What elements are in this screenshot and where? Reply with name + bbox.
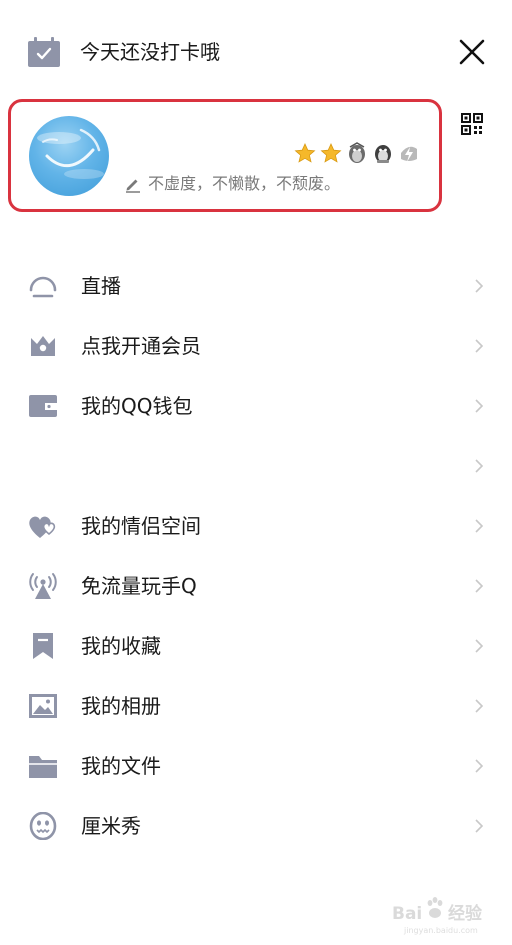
chevron-right-icon — [475, 759, 484, 773]
flash-badge-icon — [401, 146, 417, 162]
menu-item-label: 我的文件 — [81, 754, 161, 778]
live-icon — [29, 276, 57, 298]
chevron-right-icon — [475, 819, 484, 833]
signature[interactable]: 不虚度，不懒散，不颓废。 — [124, 172, 340, 196]
chevron-right-icon — [475, 279, 484, 293]
svg-text:Bai: Bai — [392, 904, 422, 924]
penguin-badge-icon — [349, 142, 365, 163]
wallet-icon — [29, 395, 57, 417]
face-icon — [29, 812, 57, 840]
menu-item-label: 我的相册 — [81, 694, 161, 718]
avatar-image — [37, 128, 104, 179]
avatar[interactable] — [29, 116, 109, 196]
menu-item-album[interactable]: 我的相册 — [0, 680, 512, 732]
menu-item-label: 免流量玩手Q — [81, 574, 197, 598]
photo-icon — [29, 694, 57, 718]
qr-code-icon[interactable] — [461, 113, 483, 135]
chevron-right-icon — [475, 399, 484, 413]
pencil-icon — [126, 179, 140, 193]
signature-text: 不虚度，不懒散，不颓废。 — [148, 174, 341, 193]
menu-item-label: 厘米秀 — [81, 814, 141, 838]
menu-item-label: 直播 — [81, 274, 121, 298]
menu-item-label: 我的收藏 — [81, 634, 161, 658]
menu-item-cmshow[interactable]: 厘米秀 — [0, 800, 512, 852]
watermark-logo: Bai 经验 jingyan.baidu.com — [392, 897, 483, 935]
menu-item-free-data[interactable]: 免流量玩手Q — [0, 560, 512, 612]
crown-star-icon — [294, 143, 316, 163]
checkin-text[interactable]: 今天还没打卡哦 — [80, 38, 220, 66]
bookmark-icon — [33, 633, 53, 659]
menu-item-wallet[interactable]: 我的QQ钱包 — [0, 380, 512, 432]
chevron-right-icon — [475, 639, 484, 653]
vip-crown-icon — [31, 336, 55, 356]
penguin-badge-icon — [375, 145, 391, 163]
close-icon[interactable] — [456, 36, 488, 68]
signal-tower-icon — [29, 573, 57, 599]
menu-item-couple-space[interactable]: 我的情侣空间 — [0, 500, 512, 552]
menu-item-label: 我的情侣空间 — [81, 514, 201, 538]
chevron-right-icon — [475, 579, 484, 593]
menu-item-label: 我的QQ钱包 — [81, 394, 193, 418]
menu-item-live[interactable]: 直播 — [0, 260, 512, 312]
folder-icon — [29, 756, 57, 778]
level-badges[interactable] — [294, 140, 420, 166]
svg-text:经验: 经验 — [448, 903, 483, 924]
svg-text:jingyan.baidu.com: jingyan.baidu.com — [403, 926, 478, 935]
menu-item-vip[interactable]: 点我开通会员 — [0, 320, 512, 372]
menu-item-label: 点我开通会员 — [81, 334, 201, 358]
chevron-right-icon — [475, 699, 484, 713]
menu-item-favorites[interactable]: 我的收藏 — [0, 620, 512, 672]
hearts-icon — [29, 516, 56, 538]
crown-star-icon — [320, 143, 342, 163]
chevron-right-icon — [475, 519, 484, 533]
profile-card[interactable]: 不虚度，不懒散，不颓废。 — [8, 99, 442, 212]
chevron-right-icon — [475, 459, 484, 473]
menu-item-blank[interactable] — [0, 440, 512, 492]
top-bar: 今天还没打卡哦 — [0, 0, 512, 100]
menu-item-files[interactable]: 我的文件 — [0, 740, 512, 792]
chevron-right-icon — [475, 339, 484, 353]
calendar-check-icon[interactable] — [27, 36, 61, 68]
